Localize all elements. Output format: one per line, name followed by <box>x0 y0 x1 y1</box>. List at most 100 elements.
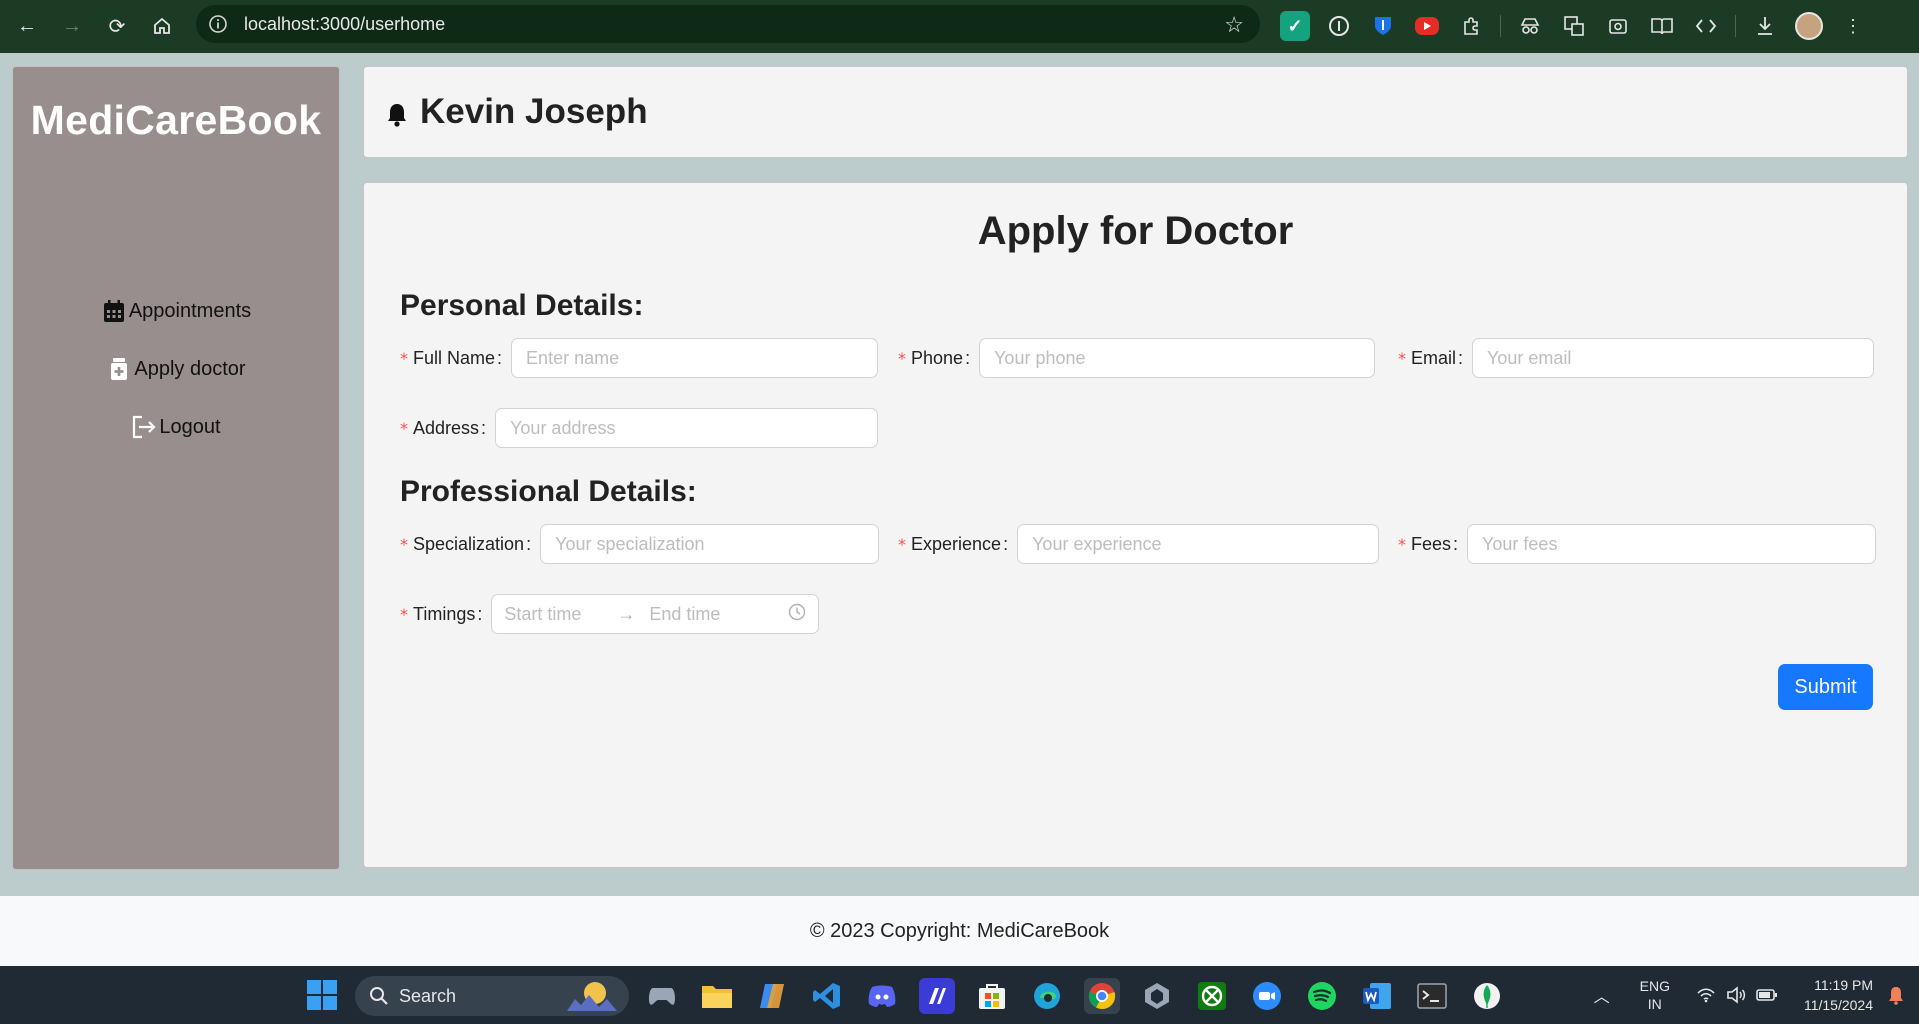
edge-icon[interactable] <box>1029 978 1065 1014</box>
date-text: 11/15/2024 <box>1803 997 1873 1013</box>
fees-field: * Fees : <box>1398 524 1877 564</box>
notification-bell-icon[interactable] <box>1887 985 1905 1005</box>
phone-input[interactable] <box>979 338 1376 378</box>
footer: © 2023 Copyright: MediCareBook <box>0 896 1919 966</box>
start-time-input[interactable]: Start time <box>504 604 581 625</box>
screenshot-icon[interactable] <box>1603 11 1633 41</box>
zoom-icon[interactable] <box>1249 978 1285 1014</box>
phone-label: Phone <box>911 347 964 368</box>
sidebar-item-appointments[interactable]: Appointments <box>101 294 251 328</box>
back-icon[interactable]: ← <box>12 11 42 41</box>
bookmark-star-icon[interactable]: ☆ <box>1224 12 1244 38</box>
store-icon[interactable] <box>974 978 1010 1014</box>
sidebar-item-logout[interactable]: Logout <box>131 410 221 444</box>
extensions-icon[interactable] <box>1456 11 1486 41</box>
required-mark: * <box>1398 348 1406 368</box>
required-mark: * <box>898 348 906 368</box>
phone-field: * Phone : <box>898 338 1376 378</box>
language-indicator[interactable]: ENG IN <box>1640 977 1670 1013</box>
end-time-input[interactable]: End time <box>649 604 720 625</box>
site-info-icon[interactable] <box>206 12 230 36</box>
full-name-input[interactable] <box>511 338 879 378</box>
sidebar-item-label: Logout <box>159 415 221 438</box>
sidebar-menu: Appointments Apply doctor Logout <box>13 294 339 444</box>
forward-icon[interactable]: → <box>57 11 87 41</box>
calendar-icon <box>101 297 127 325</box>
word-icon[interactable] <box>1359 978 1395 1014</box>
experience-input[interactable] <box>1017 524 1380 564</box>
timings-field: * Timings : Start time → End time <box>400 594 820 634</box>
clock-icon <box>788 603 806 626</box>
required-mark: * <box>400 418 408 438</box>
reload-icon[interactable]: ⟳ <box>102 11 132 41</box>
required-mark: * <box>1398 534 1406 554</box>
personal-details-heading: Personal Details: <box>400 289 644 322</box>
game-controller-icon[interactable] <box>644 978 680 1014</box>
system-tray: ︿ ENG IN 11:19 PM 11/15/2024 <box>1594 966 1919 1024</box>
onepassword-icon[interactable] <box>1324 11 1354 41</box>
taskbar-apps <box>644 978 1505 1014</box>
toolbar-divider <box>1500 15 1501 37</box>
system-clock[interactable]: 11:19 PM 11/15/2024 <box>1804 975 1873 1015</box>
bitwarden-icon[interactable] <box>1368 11 1398 41</box>
lang-line-1: ENG <box>1639 978 1670 994</box>
required-mark: * <box>400 534 408 554</box>
address-input[interactable] <box>495 408 879 448</box>
required-mark: * <box>400 604 408 624</box>
taskbar-search[interactable]: Search <box>355 976 629 1016</box>
fees-input[interactable] <box>1467 524 1877 564</box>
extension-toolbar: ✓ ⋮ <box>1280 11 1868 41</box>
translate-icon[interactable] <box>1559 11 1589 41</box>
time-range-picker[interactable]: Start time → End time <box>491 594 820 634</box>
medical-doc-icon <box>106 355 132 383</box>
chrome-icon[interactable] <box>1084 978 1120 1014</box>
windows-start-icon[interactable] <box>306 979 338 1011</box>
specialization-input[interactable] <box>540 524 880 564</box>
specialization-label: Specialization <box>413 533 525 554</box>
reading-mode-icon[interactable] <box>1647 11 1677 41</box>
mongodb-icon[interactable] <box>1469 978 1505 1014</box>
unity-icon[interactable] <box>1139 978 1175 1014</box>
download-icon[interactable] <box>1750 11 1780 41</box>
email-label: Email <box>1411 347 1457 368</box>
logout-icon <box>131 413 157 441</box>
chevron-up-icon[interactable]: ︿ <box>1594 983 1610 1007</box>
top-header: Kevin Joseph <box>363 66 1908 158</box>
submit-button[interactable]: Submit <box>1778 664 1873 710</box>
address-label: Address <box>413 417 480 438</box>
volume-icon[interactable] <box>1726 986 1746 1004</box>
terminal-icon[interactable] <box>1414 978 1450 1014</box>
wifi-icon[interactable] <box>1696 987 1716 1003</box>
email-input[interactable] <box>1472 338 1875 378</box>
sidebar-item-label: Apply doctor <box>134 357 246 380</box>
notion-alt-icon[interactable] <box>919 978 955 1014</box>
home-icon[interactable] <box>147 11 177 41</box>
address-bar[interactable]: localhost:3000/userhome ☆ <box>196 5 1260 43</box>
profile-avatar[interactable] <box>1794 11 1824 41</box>
menu-kebab-icon[interactable]: ⋮ <box>1838 11 1868 41</box>
sidebar-item-label: Appointments <box>128 299 252 322</box>
search-highlight-icon <box>565 979 619 1013</box>
url-text[interactable]: localhost:3000/userhome <box>244 14 445 35</box>
full-name-field: * Full Name : <box>400 338 879 378</box>
sidebar-item-apply-doctor[interactable]: Apply doctor <box>106 352 246 386</box>
avatar <box>1795 12 1823 40</box>
vscode-icon[interactable] <box>809 978 845 1014</box>
battery-icon[interactable] <box>1756 988 1778 1002</box>
devtools-icon[interactable] <box>1691 11 1721 41</box>
sidebar: MediCareBook Appointments Apply doctor L… <box>12 66 340 870</box>
file-explorer-icon[interactable] <box>699 978 735 1014</box>
xbox-icon[interactable] <box>1194 978 1230 1014</box>
incognito-icon[interactable] <box>1515 11 1545 41</box>
copilot-icon[interactable] <box>754 978 790 1014</box>
discord-icon[interactable] <box>864 978 900 1014</box>
brand-logo[interactable]: MediCareBook <box>13 97 339 144</box>
apply-doctor-form: Apply for Doctor Personal Details: * Ful… <box>363 182 1908 868</box>
search-icon <box>369 986 389 1006</box>
copyright-text: © 2023 Copyright: MediCareBook <box>809 919 1110 942</box>
spotify-icon[interactable] <box>1304 978 1340 1014</box>
bell-icon[interactable] <box>384 101 410 129</box>
youtube-icon[interactable] <box>1412 11 1442 41</box>
fees-label: Fees <box>1411 533 1452 554</box>
grammarly-icon[interactable]: ✓ <box>1280 11 1310 41</box>
